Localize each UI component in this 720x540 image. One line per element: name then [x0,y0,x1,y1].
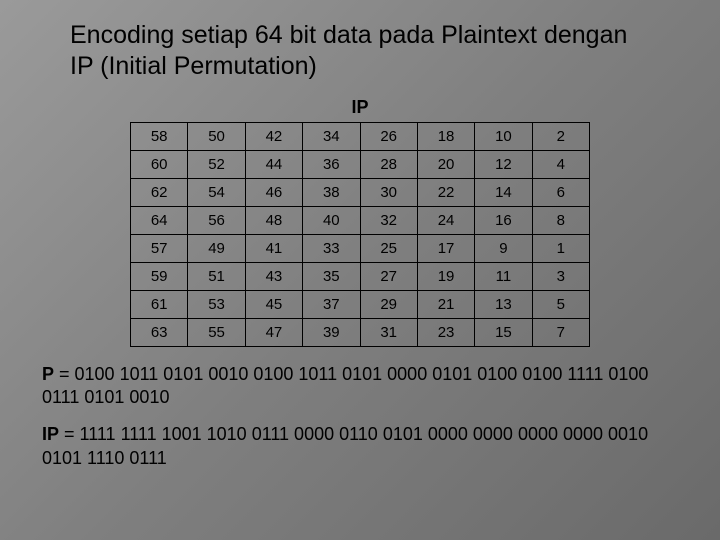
table-cell: 8 [532,206,589,234]
table-row: 57494133251791 [131,234,590,262]
table-cell: 14 [475,178,532,206]
table-cell: 7 [532,318,589,346]
table-cell: 1 [532,234,589,262]
table-cell: 6 [532,178,589,206]
table-row: 615345372921135 [131,290,590,318]
table-cell: 39 [303,318,360,346]
table-cell: 31 [360,318,417,346]
table-row: 635547393123157 [131,318,590,346]
table-cell: 57 [131,234,188,262]
table-cell: 3 [532,262,589,290]
table-cell: 46 [245,178,302,206]
p-value: = 0100 1011 0101 0010 0100 1011 0101 000… [42,364,648,407]
ip-table: 5850423426181026052443628201246254463830… [130,122,590,347]
ip-table-caption: IP [130,97,590,118]
table-cell: 4 [532,150,589,178]
table-cell: 28 [360,150,417,178]
table-cell: 54 [188,178,245,206]
ip-label: IP [42,424,59,444]
table-cell: 20 [417,150,474,178]
table-cell: 36 [303,150,360,178]
table-cell: 63 [131,318,188,346]
table-cell: 18 [417,122,474,150]
table-cell: 41 [245,234,302,262]
table-cell: 16 [475,206,532,234]
table-cell: 62 [131,178,188,206]
table-cell: 17 [417,234,474,262]
table-cell: 21 [417,290,474,318]
table-cell: 58 [131,122,188,150]
table-cell: 40 [303,206,360,234]
table-cell: 53 [188,290,245,318]
table-cell: 29 [360,290,417,318]
table-cell: 52 [188,150,245,178]
table-row: 595143352719113 [131,262,590,290]
table-cell: 48 [245,206,302,234]
ip-equation: IP = 1111 1111 1001 1010 0111 0000 0110 … [42,423,690,470]
p-equation: P = 0100 1011 0101 0010 0100 1011 0101 0… [42,363,690,410]
table-cell: 37 [303,290,360,318]
table-cell: 50 [188,122,245,150]
table-cell: 11 [475,262,532,290]
table-cell: 34 [303,122,360,150]
table-cell: 13 [475,290,532,318]
table-cell: 61 [131,290,188,318]
table-cell: 35 [303,262,360,290]
table-cell: 44 [245,150,302,178]
table-cell: 51 [188,262,245,290]
table-cell: 43 [245,262,302,290]
table-cell: 60 [131,150,188,178]
ip-value: = 1111 1111 1001 1010 0111 0000 0110 010… [42,424,648,467]
table-cell: 10 [475,122,532,150]
ip-table-container: IP 5850423426181026052443628201246254463… [130,97,590,347]
table-cell: 55 [188,318,245,346]
table-cell: 5 [532,290,589,318]
page-title: Encoding setiap 64 bit data pada Plainte… [70,20,630,83]
table-cell: 25 [360,234,417,262]
table-cell: 47 [245,318,302,346]
table-cell: 2 [532,122,589,150]
table-cell: 33 [303,234,360,262]
table-cell: 26 [360,122,417,150]
table-row: 625446383022146 [131,178,590,206]
table-cell: 45 [245,290,302,318]
table-cell: 56 [188,206,245,234]
table-cell: 15 [475,318,532,346]
table-row: 585042342618102 [131,122,590,150]
table-row: 605244362820124 [131,150,590,178]
table-cell: 59 [131,262,188,290]
table-cell: 23 [417,318,474,346]
table-cell: 42 [245,122,302,150]
table-cell: 30 [360,178,417,206]
table-cell: 38 [303,178,360,206]
table-cell: 49 [188,234,245,262]
table-cell: 64 [131,206,188,234]
table-row: 645648403224168 [131,206,590,234]
p-label: P [42,364,54,384]
table-cell: 32 [360,206,417,234]
table-cell: 19 [417,262,474,290]
table-cell: 12 [475,150,532,178]
table-cell: 9 [475,234,532,262]
table-cell: 22 [417,178,474,206]
table-cell: 27 [360,262,417,290]
table-cell: 24 [417,206,474,234]
